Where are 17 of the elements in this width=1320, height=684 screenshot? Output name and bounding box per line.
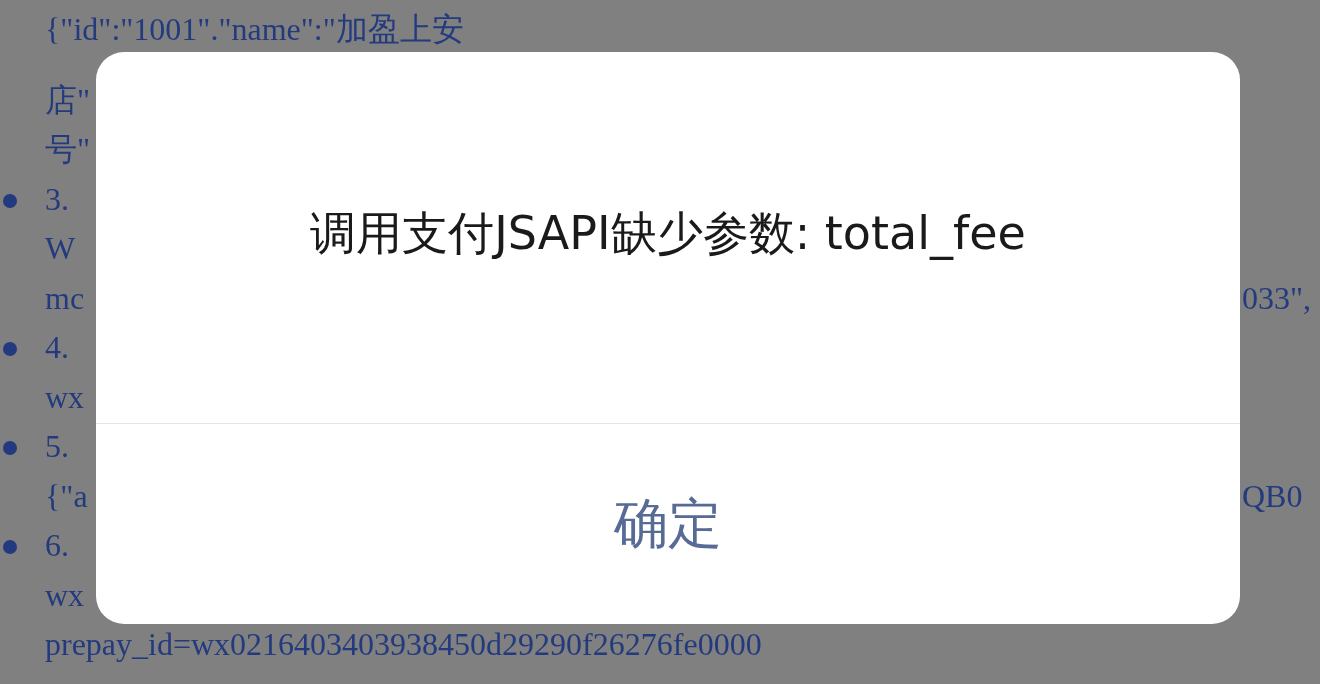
list-text: 3. <box>45 182 69 215</box>
list-text: 5. <box>45 430 69 463</box>
list-text: 6. <box>45 529 69 562</box>
list-text: QB0 <box>1242 479 1303 512</box>
list-text: wx <box>45 380 85 413</box>
list-text: 号" <box>45 133 91 166</box>
confirm-button[interactable]: 确定 <box>614 487 722 561</box>
list-text: W <box>45 232 76 265</box>
list-text: {"id":"1001"."name":"加盈上安 <box>45 13 464 45</box>
list-text: mc <box>45 281 85 314</box>
list-text: 4. <box>45 331 69 364</box>
list-text: prepay_id=wx0216403403938450d29290f26276fe0000 <box>45 628 762 661</box>
list-text: 033", <box>1242 281 1312 314</box>
list-text: wx <box>45 578 85 611</box>
list-text: {"a <box>45 479 88 512</box>
alert-message: 调用支付JSAPI缺少参数: total_fee <box>310 204 1026 262</box>
list-text: 店" <box>45 83 91 116</box>
